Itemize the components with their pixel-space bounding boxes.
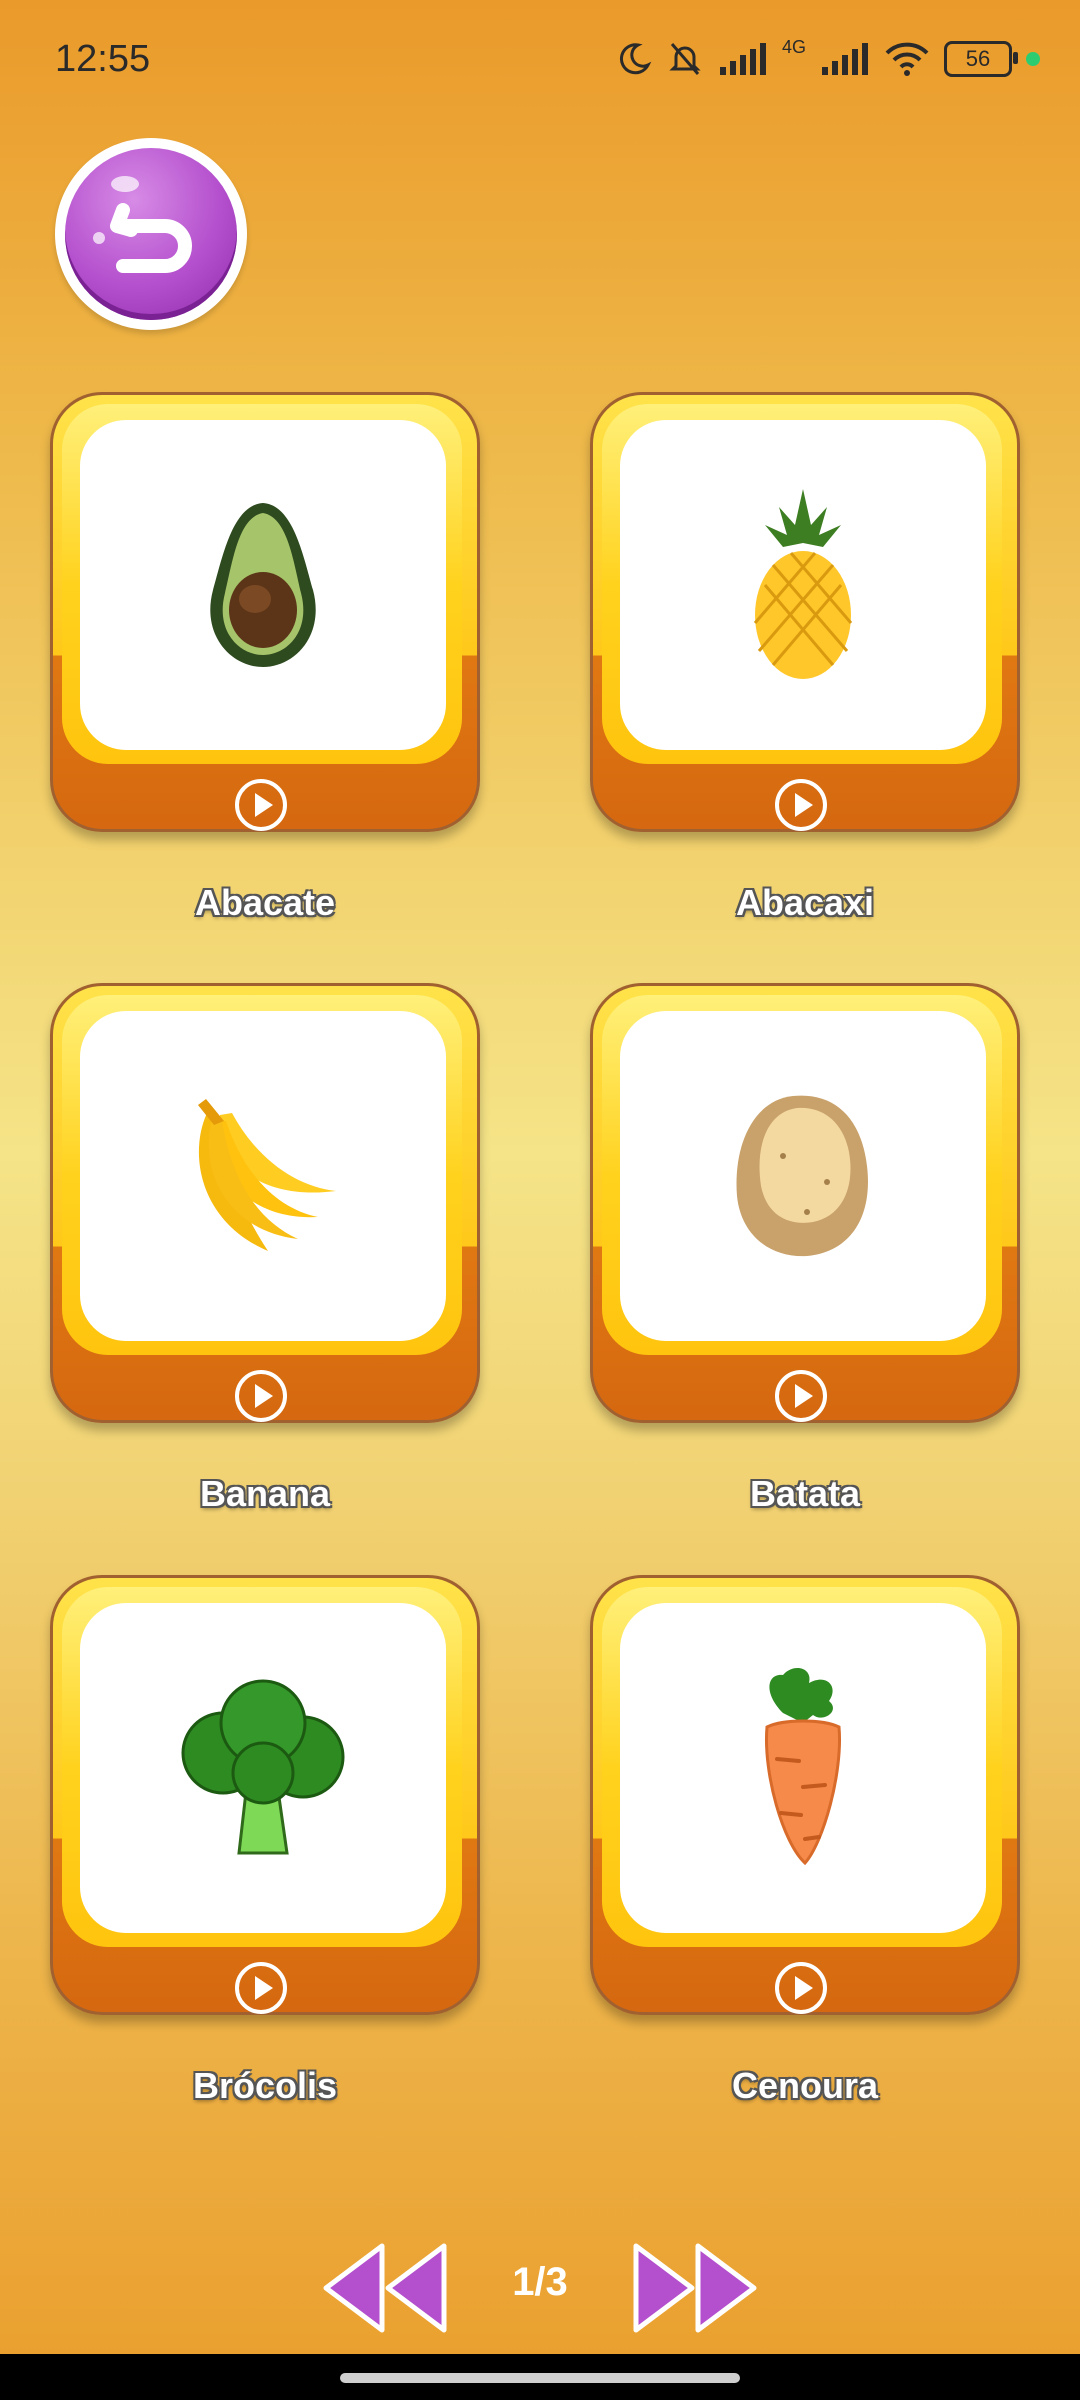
- potato-icon: [620, 1011, 986, 1341]
- status-time: 12:55: [55, 38, 151, 80]
- card-brocolis[interactable]: [50, 1575, 480, 2015]
- signal-icon-2: [822, 43, 868, 75]
- card-label: Batata: [749, 1473, 861, 1514]
- play-icon[interactable]: [773, 777, 829, 833]
- card-label: Brócolis: [192, 2065, 338, 2106]
- card-label: Abacaxi: [735, 882, 875, 923]
- play-icon[interactable]: [773, 1368, 829, 1424]
- privacy-dot: [1026, 52, 1040, 66]
- card-batata[interactable]: [590, 983, 1020, 1423]
- battery-level: 56: [965, 46, 991, 71]
- status-bar: 12:55 4G 56: [0, 0, 1080, 120]
- pineapple-icon: [620, 420, 986, 750]
- network-label: 4G: [781, 36, 806, 57]
- moon-icon: [619, 43, 652, 75]
- card-abacaxi[interactable]: [590, 392, 1020, 832]
- banana-icon: [80, 1011, 446, 1341]
- status-icons: 4G 56: [616, 34, 1040, 84]
- play-icon[interactable]: [233, 1960, 289, 2016]
- card-cenoura[interactable]: [590, 1575, 1020, 2015]
- card-banana[interactable]: [50, 983, 480, 1423]
- carrot-icon: [620, 1603, 986, 1933]
- card-label: Cenoura: [731, 2065, 879, 2106]
- play-icon[interactable]: [773, 1960, 829, 2016]
- page-indicator: 1/3: [512, 2260, 568, 2304]
- card-abacate[interactable]: [50, 392, 480, 832]
- home-indicator[interactable]: [340, 2373, 740, 2383]
- play-icon[interactable]: [233, 1368, 289, 1424]
- broccoli-icon: [80, 1603, 446, 1933]
- back-arrow-icon: [65, 148, 237, 320]
- double-left-arrow-icon[interactable]: [320, 2238, 450, 2338]
- card-label: Banana: [199, 1473, 331, 1514]
- wifi-icon: [885, 42, 929, 76]
- battery-icon: 56: [944, 41, 1018, 77]
- back-button[interactable]: [55, 138, 247, 330]
- bell-muted-icon: [669, 43, 701, 75]
- double-right-arrow-icon[interactable]: [630, 2238, 760, 2338]
- avocado-icon: [80, 420, 446, 750]
- play-icon[interactable]: [233, 777, 289, 833]
- card-label: Abacate: [194, 882, 336, 923]
- signal-icon: [719, 43, 766, 75]
